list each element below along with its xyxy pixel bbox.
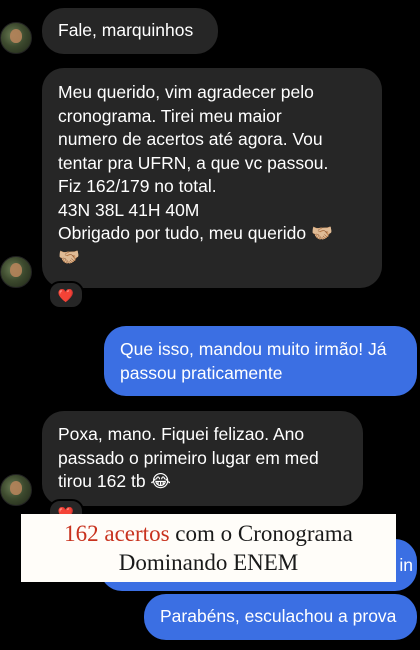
caption-line2: Dominando ENEM [118, 550, 299, 575]
contact-avatar[interactable] [0, 22, 32, 54]
sent-message[interactable]: Parabéns, esculachou a prova [144, 594, 417, 640]
received-message[interactable]: Meu querido, vim agradecer pelo cronogra… [42, 68, 382, 288]
promo-caption: 162 acertos com o Cronograma Dominando E… [21, 514, 396, 582]
caption-line1-rest: com o Cronograma [169, 521, 353, 546]
heart-reaction[interactable]: ❤️ [48, 281, 84, 309]
received-message[interactable]: Poxa, mano. Fiquei felizao. Ano passado … [42, 411, 363, 506]
received-message[interactable]: Fale, marquinhos [42, 8, 218, 54]
contact-avatar[interactable] [0, 256, 32, 288]
caption-highlight: 162 acertos [64, 521, 170, 546]
contact-avatar[interactable] [0, 474, 32, 506]
sent-message[interactable]: Que isso, mandou muito irmão! Já passou … [104, 326, 417, 396]
